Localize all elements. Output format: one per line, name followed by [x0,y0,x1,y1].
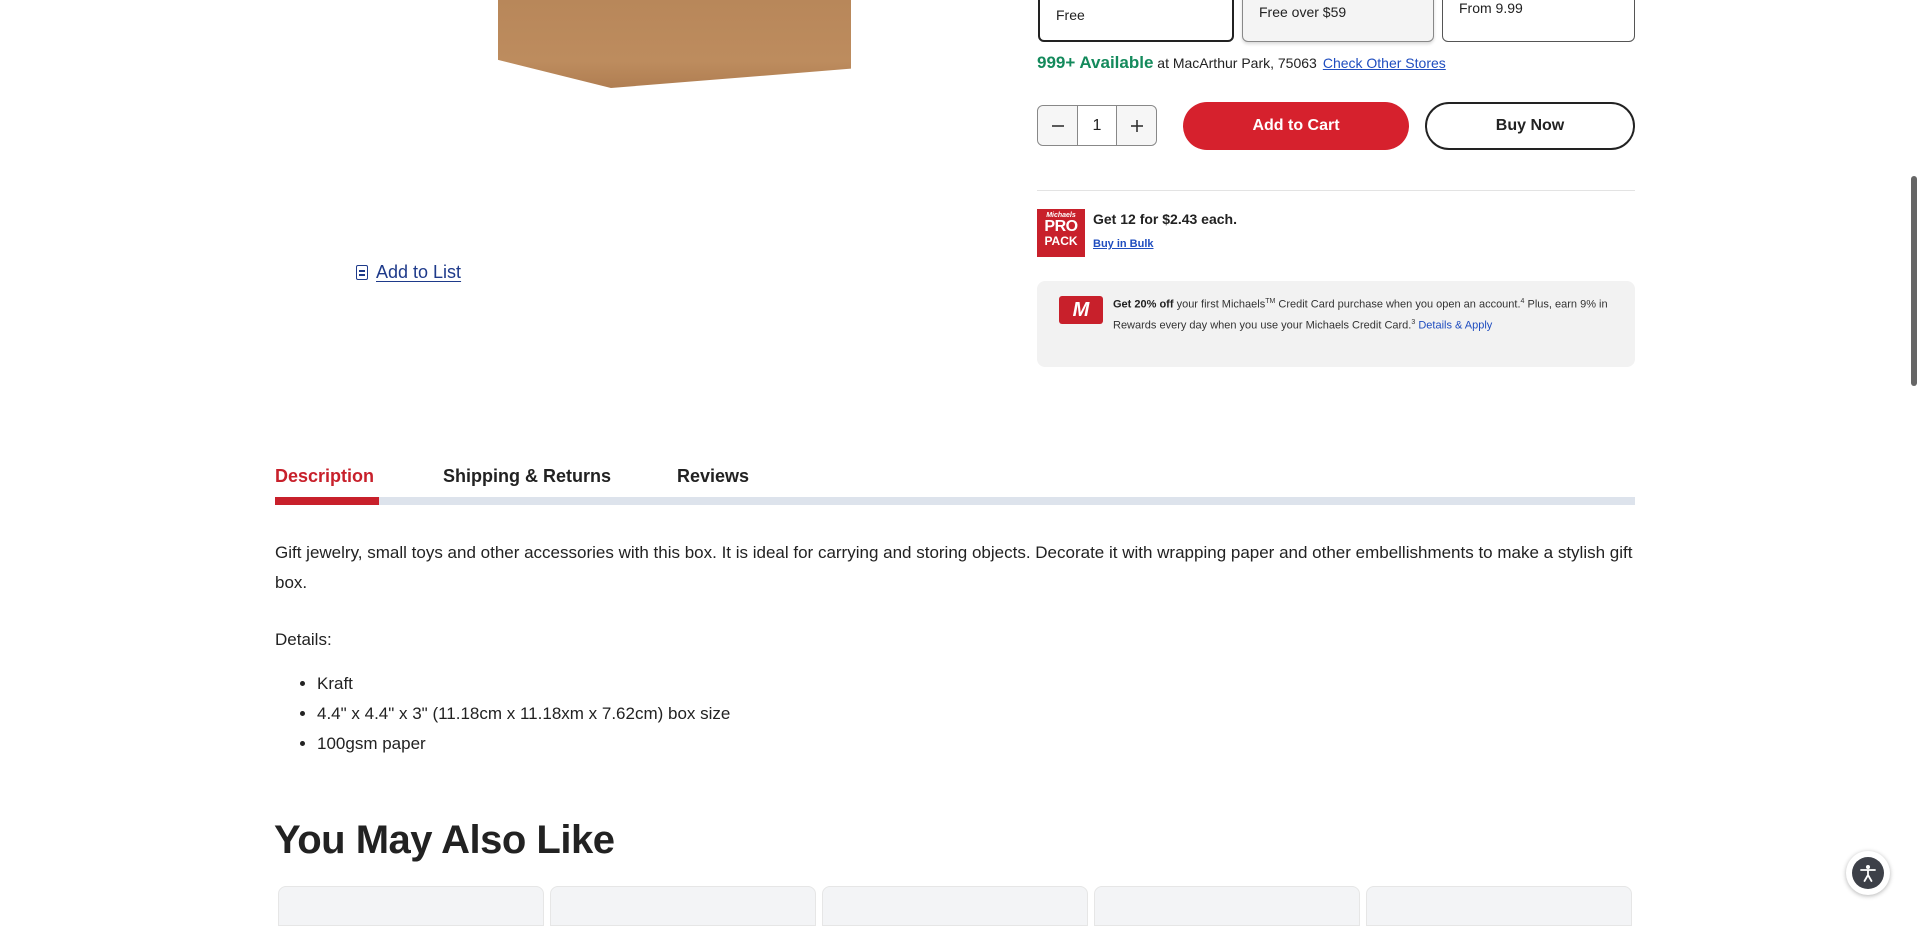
add-to-list-label: Add to List [376,262,462,282]
quantity-stepper [1037,105,1157,146]
promo-text-2: Credit Card purchase when you open an ac… [1275,298,1521,311]
add-to-list-button[interactable]: Add to List [356,262,461,283]
promo-headline: Get 20% off [1113,298,1174,311]
shipping-option-label: From 9.99 [1459,0,1523,16]
product-card[interactable] [1094,886,1360,926]
product-card[interactable] [822,886,1088,926]
michaels-card-icon: M [1059,296,1103,324]
tab-description[interactable]: Description [275,466,374,487]
promo-text-1: your first Michaels [1173,298,1266,311]
product-description: Gift jewelry, small toys and other acces… [275,543,1633,592]
buy-now-button[interactable]: Buy Now [1425,102,1635,150]
shipping-option-same-day[interactable]: From 9.99 [1442,0,1635,42]
divider [1037,190,1635,191]
quantity-input[interactable] [1078,106,1116,145]
availability-count: 999+ Available [1037,53,1154,72]
recommendations-title: You May Also Like [274,818,615,862]
buy-in-bulk-link[interactable]: Buy in Bulk [1093,238,1154,250]
shipping-option-delivery[interactable]: Free over $59 [1242,0,1434,42]
check-other-stores-link[interactable]: Check Other Stores [1323,55,1446,71]
credit-card-promo: M Get 20% off your first MichaelsTM Cred… [1037,281,1635,367]
details-label: Details: [275,630,332,649]
decrease-quantity-button[interactable] [1038,106,1078,145]
increase-quantity-button[interactable] [1116,106,1156,145]
add-to-cart-button[interactable]: Add to Cart [1183,102,1409,150]
tab-shipping-returns[interactable]: Shipping & Returns [443,466,611,487]
shipping-option-label: Free [1056,7,1085,23]
availability-row: 999+ Available at MacArthur Park, 75063 C… [1037,53,1446,73]
trademark-sup: TM [1265,298,1276,305]
tab-reviews[interactable]: Reviews [677,466,749,487]
store-location: at MacArthur Park, 75063 [1153,55,1317,71]
bulk-price-text: Get 12 for $2.43 each. [1093,211,1237,227]
list-item: 100gsm paper [317,729,730,759]
promo-text: Get 20% off your first MichaelsTM Credit… [1113,293,1619,334]
footnote-3: 3 [1411,318,1416,326]
page-scrollbar[interactable] [1911,176,1917,386]
accessibility-button[interactable] [1846,851,1890,895]
minus-icon [1051,124,1064,127]
list-item: Kraft [317,669,730,699]
active-tab-indicator [275,497,379,505]
list-icon [356,265,368,280]
details-list: Kraft 4.4" x 4.4" x 3" (11.18cm x 11.18x… [275,669,730,759]
pro-pack-logo-pack: PACK [1044,234,1078,248]
plus-icon [1130,119,1143,132]
product-card[interactable] [550,886,816,926]
details-apply-link[interactable]: Details & Apply [1418,319,1492,331]
shipping-option-pickup[interactable]: Free [1038,0,1234,42]
product-card[interactable] [1366,886,1632,926]
pro-pack-logo: Michaels PRO PACK [1037,209,1085,257]
product-image [498,0,851,88]
shipping-option-label: Free over $59 [1259,4,1347,20]
pro-pack-logo-pro: PRO [1044,218,1078,235]
product-card[interactable] [278,886,544,926]
list-item: 4.4" x 4.4" x 3" (11.18cm x 11.18xm x 7.… [317,699,730,729]
accessibility-icon [1852,857,1884,889]
tabs-track [275,497,1635,505]
